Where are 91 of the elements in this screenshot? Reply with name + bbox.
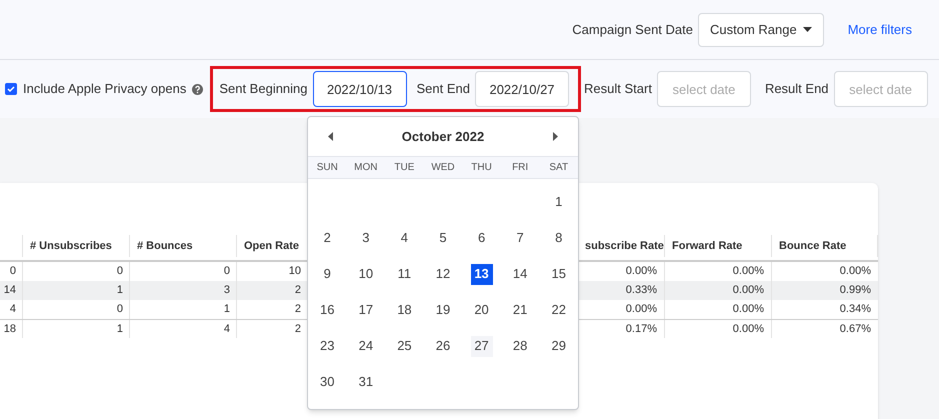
date-label: Sent End xyxy=(416,80,470,98)
calendar-day[interactable]: 1 xyxy=(548,192,570,212)
calendar-day[interactable]: 5 xyxy=(432,228,454,248)
calendar-day[interactable]: 15 xyxy=(548,264,570,284)
caret-icon xyxy=(802,27,812,32)
calendar-day[interactable]: 13 xyxy=(470,264,493,284)
table-cell-text: 14 xyxy=(4,283,16,298)
next-month-icon[interactable] xyxy=(552,132,558,141)
table-cell-text: 2 xyxy=(294,283,301,298)
calendar-day[interactable]: 17 xyxy=(354,300,377,320)
column-header: subscribe Rate xyxy=(585,238,664,254)
calendar-day[interactable]: 10 xyxy=(354,264,377,284)
calendar-day[interactable]: 11 xyxy=(393,264,416,284)
column-header: # Bounces xyxy=(137,238,193,254)
calendar-day[interactable]: 16 xyxy=(316,300,338,320)
table-cell-text: 0.00% xyxy=(732,322,764,337)
weekday-label: WED xyxy=(430,161,456,175)
weekday-label: SAT xyxy=(548,161,570,175)
table-cell-text: 4 xyxy=(224,322,230,337)
calendar-day[interactable]: 14 xyxy=(509,264,532,284)
help-icon[interactable] xyxy=(192,84,204,94)
table-cell-text: 1 xyxy=(116,283,123,298)
date-field[interactable]: select date xyxy=(656,71,751,107)
table-cell-text: 0.00% xyxy=(626,302,657,318)
calendar-day[interactable]: 28 xyxy=(509,336,532,356)
table-cell-text: 0.34% xyxy=(840,302,871,318)
calendar-day[interactable]: 31 xyxy=(354,372,377,392)
calendar-day[interactable]: 6 xyxy=(470,228,493,248)
month-title: October 2022 xyxy=(402,128,484,146)
column-header: # Unsubscribes xyxy=(30,238,112,254)
calendar-day[interactable]: 21 xyxy=(509,300,532,320)
calendar-day[interactable]: 22 xyxy=(548,300,570,320)
calendar-day[interactable]: 18 xyxy=(393,300,416,320)
table-cell-text: 0.00% xyxy=(840,264,871,280)
calendar-day[interactable]: 24 xyxy=(354,336,377,356)
weekday-label: MON xyxy=(353,161,379,175)
table-cell-text: 18 xyxy=(4,322,16,337)
table-cell-text: 0 xyxy=(224,264,230,280)
calendar-day[interactable]: 30 xyxy=(316,372,338,392)
table-cell-text: 0.67% xyxy=(840,322,871,337)
table-cell-text: 10 xyxy=(288,264,301,280)
calendar-day[interactable]: 25 xyxy=(393,336,416,356)
weekday-label: FRI xyxy=(511,161,530,175)
table-cell-text: 2 xyxy=(294,302,301,318)
date-field[interactable]: select date xyxy=(834,71,928,107)
table-cell-text: 2 xyxy=(294,322,301,337)
column-header: Bounce Rate xyxy=(779,238,846,254)
table-cell-text: 0 xyxy=(116,302,123,318)
table-cell-text: 0.00% xyxy=(626,264,657,280)
more-filters-link[interactable]: More filters xyxy=(848,20,912,40)
calendar-day[interactable]: 29 xyxy=(548,336,570,356)
calendar-day[interactable]: 27 xyxy=(470,336,493,356)
calendar-day[interactable]: 20 xyxy=(470,300,493,320)
weekday-label: TUE xyxy=(393,161,416,175)
table-cell-text: 4 xyxy=(10,302,16,318)
column-header: Open Rate xyxy=(244,238,300,254)
previous-month-icon[interactable] xyxy=(328,132,333,141)
checkmark-icon xyxy=(7,85,15,93)
calendar-day[interactable]: 7 xyxy=(509,228,532,248)
date-range-dropdown[interactable]: Custom Range xyxy=(698,12,824,46)
table-cell-text: 1 xyxy=(224,302,230,318)
calendar-day[interactable]: 19 xyxy=(432,300,454,320)
weekday-label: SUN xyxy=(316,161,339,175)
date-label: Sent Beginning xyxy=(219,80,308,98)
calendar-day[interactable]: 4 xyxy=(393,228,416,248)
table-cell-text: 0.00% xyxy=(732,302,764,318)
filter-label: Campaign Sent Date xyxy=(572,20,693,39)
table-cell-text: 3 xyxy=(224,283,230,298)
date-label: Result End xyxy=(764,80,829,98)
table-cell-text: 0 xyxy=(10,264,16,280)
table-cell-text: 0.99% xyxy=(840,283,871,298)
date-field[interactable]: 2022/10/27 xyxy=(475,71,570,107)
table-cell-text: 0.00% xyxy=(732,283,764,298)
table-cell-text: 1 xyxy=(116,322,123,337)
calendar-day[interactable]: 2 xyxy=(316,228,338,248)
calendar-day[interactable]: 8 xyxy=(548,228,570,248)
calendar-day[interactable]: 9 xyxy=(316,264,338,284)
date-label: Result Start xyxy=(584,80,652,98)
calendar-day[interactable]: 12 xyxy=(432,264,454,284)
weekday-label: THU xyxy=(470,161,493,175)
table-cell-text: 0.17% xyxy=(626,322,657,337)
checkbox-label: Include Apple Privacy opens xyxy=(23,80,186,98)
table-cell-text: 0.33% xyxy=(626,283,657,298)
calendar-day[interactable]: 3 xyxy=(354,228,377,248)
calendar-day[interactable]: 26 xyxy=(432,336,454,356)
checkbox[interactable] xyxy=(5,83,17,95)
table-cell-text: 0 xyxy=(116,264,123,280)
table-cell-text: 0.00% xyxy=(732,264,764,280)
calendar-day[interactable]: 23 xyxy=(316,336,338,356)
column-header: Forward Rate xyxy=(672,238,742,254)
date-field[interactable]: 2022/10/13 xyxy=(312,71,407,107)
